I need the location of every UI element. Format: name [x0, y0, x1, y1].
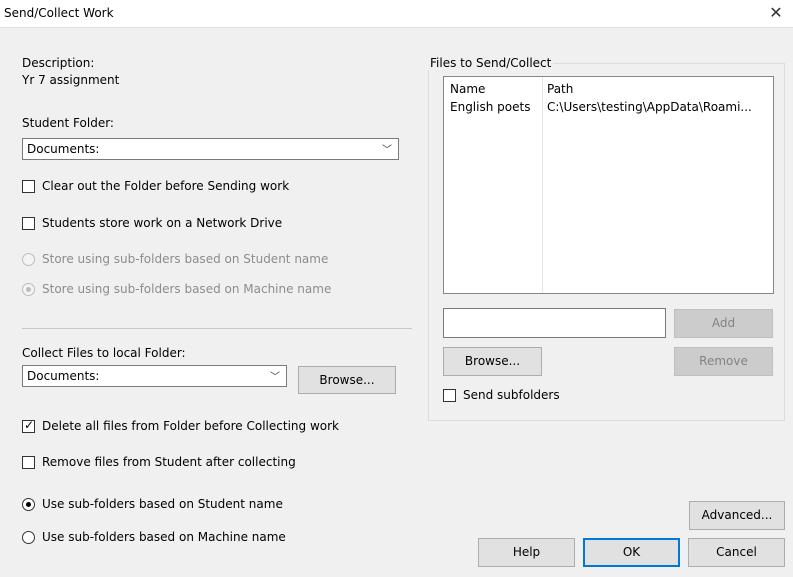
use-student-name-label: Use sub-folders based on Student name: [42, 497, 283, 511]
cancel-button[interactable]: Cancel: [688, 538, 785, 567]
ok-button-label: OK: [622, 545, 641, 559]
column-header-path[interactable]: Path: [547, 82, 573, 96]
close-icon[interactable]: ✕: [765, 3, 787, 23]
collect-folder-value: Documents:: [27, 369, 100, 383]
student-folder-select[interactable]: Documents: ﹀: [22, 138, 399, 160]
store-student-name-radio[interactable]: [22, 253, 35, 266]
column-header-name[interactable]: Name: [450, 82, 485, 96]
collect-folder-label: Collect Files to local Folder:: [22, 346, 186, 360]
remove-button-label: Remove: [699, 354, 748, 368]
advanced-button-label: Advanced...: [701, 508, 773, 522]
store-student-name-label: Store using sub-folders based on Student…: [42, 252, 329, 266]
network-drive-checkbox[interactable]: [22, 217, 35, 230]
collect-folder-select[interactable]: Documents: ﹀: [22, 365, 287, 387]
collect-browse-button[interactable]: Browse...: [298, 366, 396, 394]
add-button[interactable]: Add: [674, 309, 773, 338]
use-student-name-radio[interactable]: [22, 498, 35, 511]
description-value: Yr 7 assignment: [22, 73, 120, 87]
ok-button[interactable]: OK: [583, 538, 680, 567]
radio-dot: [26, 502, 31, 507]
delete-files-label: Delete all files from Folder before Coll…: [42, 419, 339, 433]
store-machine-name-label: Store using sub-folders based on Machine…: [42, 282, 332, 296]
help-button-label: Help: [512, 545, 541, 559]
add-button-label: Add: [711, 316, 736, 330]
chevron-down-icon: ﹀: [270, 372, 280, 383]
use-machine-name-label: Use sub-folders based on Machine name: [42, 530, 286, 544]
files-group-label: Files to Send/Collect: [428, 56, 554, 70]
description-label: Description:: [22, 56, 95, 70]
files-list[interactable]: Name Path English poets C:\Users\testing…: [443, 76, 774, 294]
checkmark-icon: ✓: [24, 418, 35, 432]
student-folder-value: Documents:: [27, 142, 100, 156]
advanced-button[interactable]: Advanced...: [689, 501, 785, 530]
network-drive-label: Students store work on a Network Drive: [42, 216, 283, 230]
column-separator: [542, 77, 543, 293]
store-machine-name-radio[interactable]: [22, 283, 35, 296]
chevron-down-icon: ﹀: [382, 145, 392, 156]
remove-button[interactable]: Remove: [674, 347, 773, 376]
cancel-button-label: Cancel: [716, 545, 757, 559]
clear-folder-checkbox[interactable]: [22, 180, 35, 193]
files-browse-button[interactable]: Browse...: [443, 347, 542, 376]
file-path-input[interactable]: [443, 308, 666, 338]
help-button[interactable]: Help: [478, 538, 575, 567]
divider: [22, 328, 412, 329]
send-subfolders-checkbox[interactable]: [443, 389, 456, 402]
title-bar: Send/Collect Work ✕: [0, 0, 793, 28]
file-row-name[interactable]: English poets: [450, 100, 530, 114]
window-title: Send/Collect Work: [4, 6, 114, 20]
remove-files-checkbox[interactable]: [22, 456, 35, 469]
send-subfolders-label: Send subfolders: [463, 388, 560, 402]
student-folder-label: Student Folder:: [22, 116, 114, 130]
remove-files-label: Remove files from Student after collecti…: [42, 455, 296, 469]
use-machine-name-radio[interactable]: [22, 531, 35, 544]
collect-browse-button-label: Browse...: [319, 373, 375, 387]
clear-folder-label: Clear out the Folder before Sending work: [42, 179, 290, 193]
delete-files-checkbox[interactable]: ✓: [22, 418, 35, 433]
radio-dot: [26, 287, 31, 292]
file-row-path[interactable]: C:\Users\testing\AppData\Roami...: [547, 100, 752, 114]
files-browse-button-label: Browse...: [464, 354, 521, 368]
